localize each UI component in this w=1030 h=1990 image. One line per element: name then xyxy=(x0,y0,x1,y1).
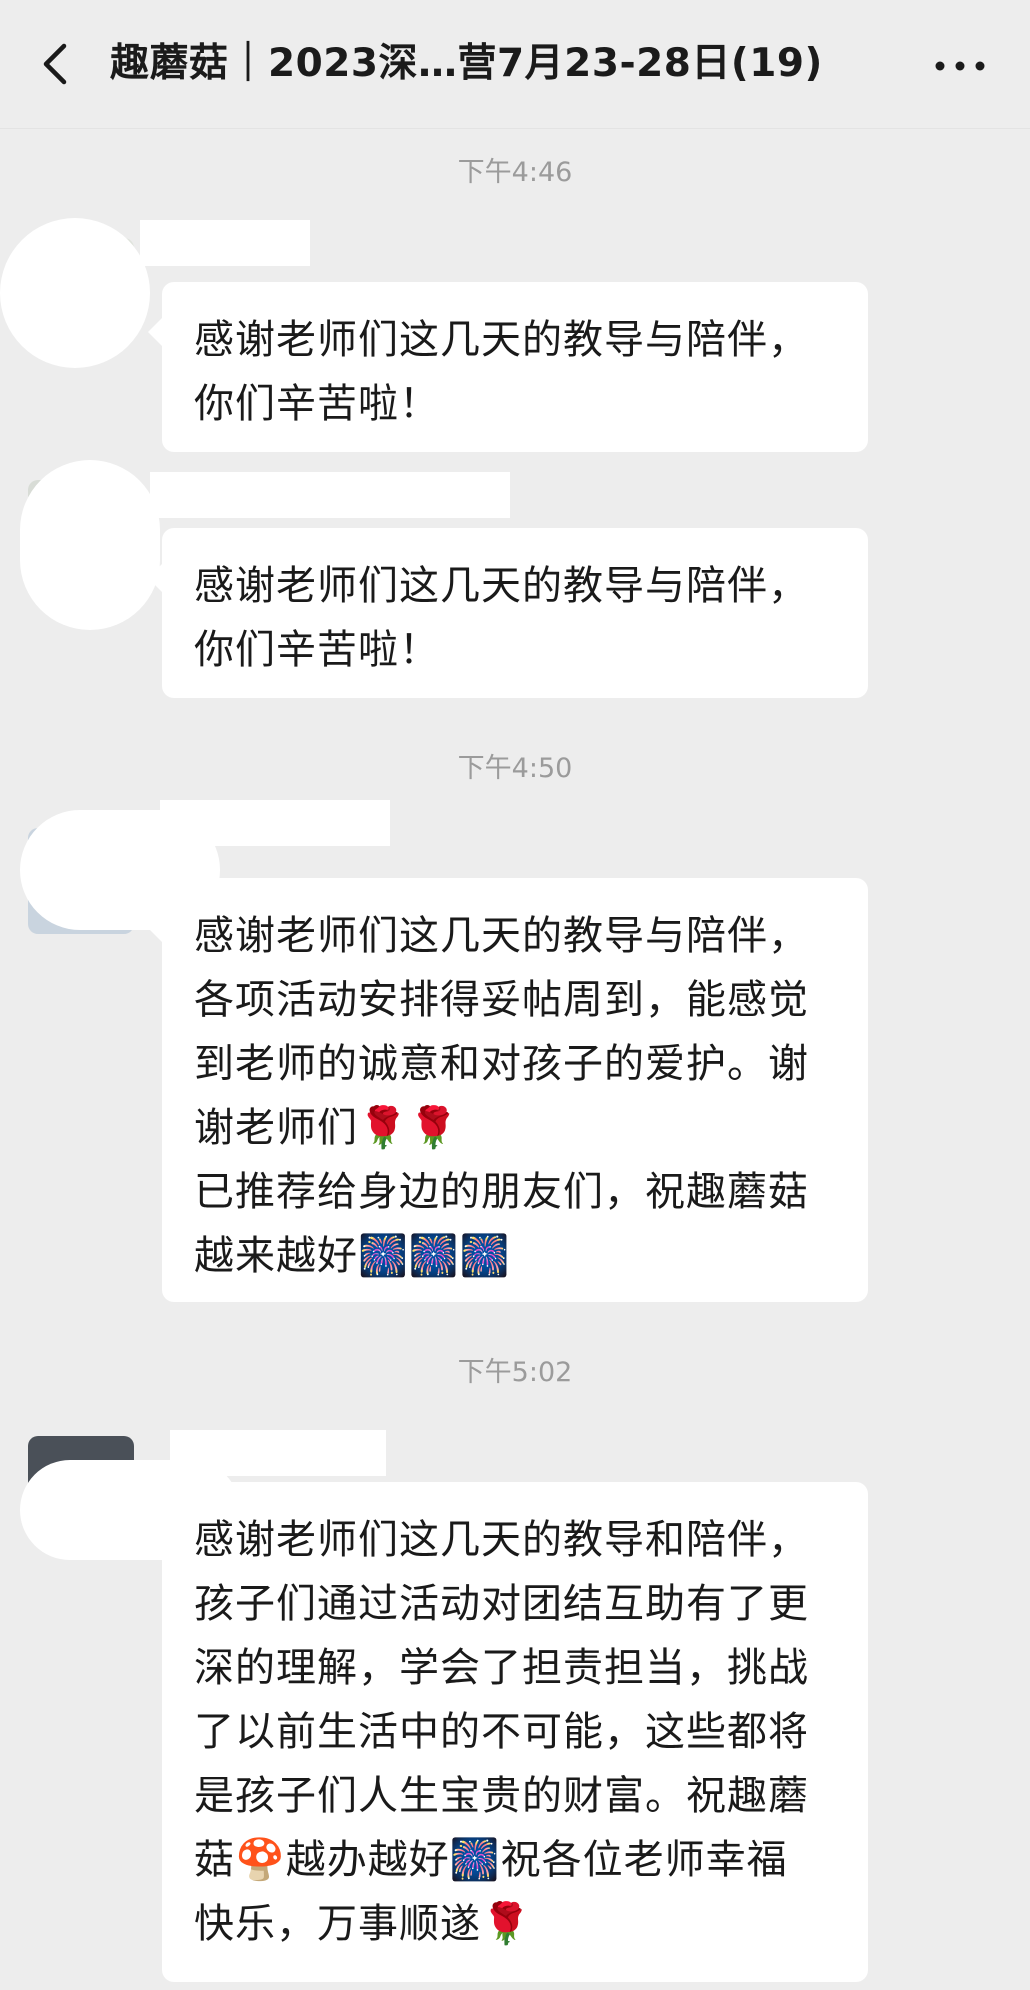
timestamp: 下午4:50 xyxy=(457,753,573,784)
more-dots-icon xyxy=(935,61,985,71)
message-bubble[interactable]: 感谢老师们这几天的教导与陪伴， 各项活动安排得妥帖周到，能感觉 到老师的诚意和对… xyxy=(148,878,868,1302)
message-text-line: 是孩子们人生宝贵的财富。祝趣蘑 xyxy=(194,1773,809,1819)
message-text-line: 你们辛苦啦！ xyxy=(194,627,440,673)
message-text-line: 菇🍄越办越好🎆祝各位老师幸福 xyxy=(194,1837,788,1883)
timestamp: 下午5:02 xyxy=(457,1357,573,1388)
message-text-line: 感谢老师们这几天的教导与陪伴， xyxy=(194,563,809,609)
chat-header: 趣蘑菇｜2023深…营7月23-28日(19) xyxy=(0,0,1030,129)
message-text-line: 各项活动安排得妥帖周到，能感觉 xyxy=(194,977,809,1023)
sender-name-redacted xyxy=(150,472,510,518)
privacy-blur xyxy=(20,460,160,630)
sender-name-redacted xyxy=(140,220,310,266)
message-text-line: 你们辛苦啦！ xyxy=(194,381,440,427)
message-text-line: 快乐，万事顺遂🌹 xyxy=(194,1901,532,1947)
message-bubble[interactable]: 感谢老师们这几天的教导与陪伴， 你们辛苦啦！ xyxy=(148,528,868,698)
privacy-blur xyxy=(0,218,150,368)
message-text-line: 越来越好🎆🎆🎆 xyxy=(194,1233,511,1279)
message-text-line: 已推荐给身边的朋友们，祝趣蘑菇 xyxy=(194,1169,809,1215)
message-text-line: 深的理解，学会了担责担当，挑战 xyxy=(194,1645,809,1691)
message-text-line: 感谢老师们这几天的教导与陪伴， xyxy=(194,317,809,363)
message-text-line: 谢老师们🌹🌹 xyxy=(194,1105,460,1151)
timestamp: 下午4:46 xyxy=(457,157,573,188)
more-button[interactable] xyxy=(930,46,990,86)
message-text-line: 到老师的诚意和对孩子的爱护。谢 xyxy=(194,1041,809,1087)
sender-name-redacted xyxy=(170,1430,386,1476)
message-bubble[interactable]: 感谢老师们这几天的教导与陪伴， 你们辛苦啦！ xyxy=(148,282,868,452)
chevron-left-icon xyxy=(43,43,67,85)
message-text-line: 了以前生活中的不可能，这些都将 xyxy=(194,1709,809,1755)
back-button[interactable] xyxy=(30,36,86,92)
sender-name-redacted xyxy=(160,800,390,846)
message-bubble[interactable]: 感谢老师们这几天的教导和陪伴， 孩子们通过活动对团结互助有了更 深的理解，学会了… xyxy=(148,1482,868,1982)
message-text-line: 孩子们通过活动对团结互助有了更 xyxy=(194,1581,809,1627)
chat-title: 趣蘑菇｜2023深…营7月23-28日(19) xyxy=(110,41,823,86)
message-text-line: 感谢老师们这几天的教导与陪伴， xyxy=(194,913,809,959)
message-text-line: 感谢老师们这几天的教导和陪伴， xyxy=(194,1517,809,1563)
